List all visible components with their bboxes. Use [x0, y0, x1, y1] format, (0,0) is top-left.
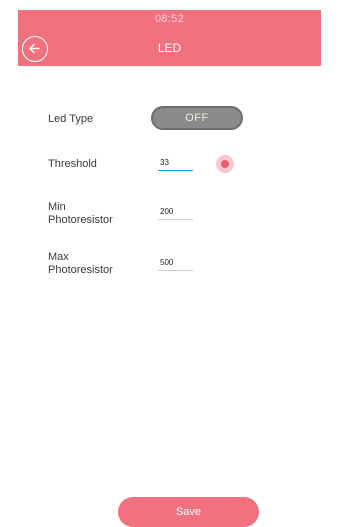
threshold-color-picker[interactable]: [216, 155, 234, 173]
status-bar-time: 08:52: [154, 13, 185, 25]
max-photoresistor-label-line1: Max: [48, 251, 69, 263]
threshold-input[interactable]: 33: [158, 157, 193, 171]
max-photoresistor-label: Max Photoresistor: [48, 251, 113, 277]
led-type-toggle[interactable]: OFF: [151, 106, 243, 130]
min-photoresistor-label-line1: Min: [48, 201, 66, 213]
min-photoresistor-label-line2: Photoresistor: [48, 214, 113, 226]
color-dot-icon: [221, 160, 229, 168]
led-type-label: Led Type: [48, 113, 94, 125]
page-title: LED: [157, 41, 182, 55]
max-photoresistor-input[interactable]: 500: [158, 257, 193, 271]
min-photoresistor-label: Min Photoresistor: [48, 201, 113, 227]
min-photoresistor-input[interactable]: 200: [158, 206, 193, 220]
threshold-label: Threshold: [48, 158, 97, 170]
save-button[interactable]: Save: [118, 497, 259, 527]
app-header: 08:52 LED: [18, 10, 321, 66]
max-photoresistor-label-line2: Photoresistor: [48, 264, 113, 276]
